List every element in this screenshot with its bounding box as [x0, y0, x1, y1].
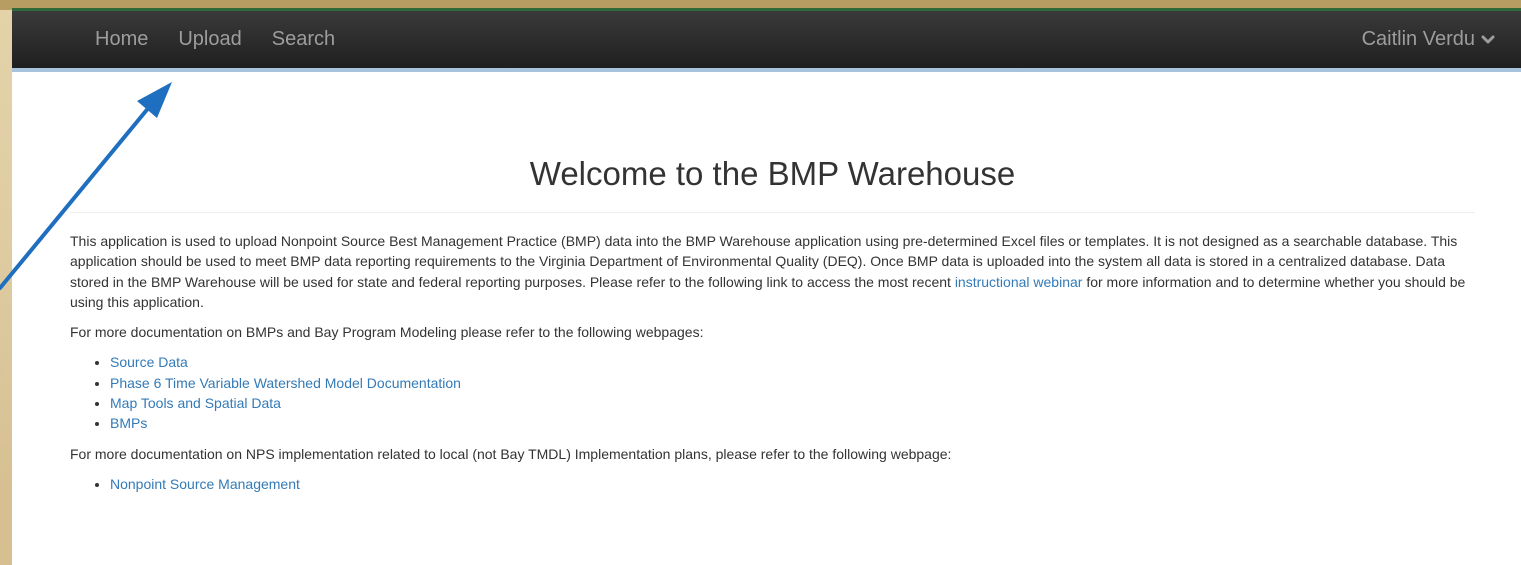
- user-name: Caitlin Verdu: [1361, 28, 1475, 50]
- list-item: Map Tools and Spatial Data: [110, 393, 1475, 413]
- chevron-down-icon: [1481, 35, 1495, 43]
- bay-docs-list: Source Data Phase 6 Time Variable Waters…: [70, 352, 1475, 433]
- page-title: Welcome to the BMP Warehouse: [529, 155, 1016, 192]
- nav-home[interactable]: Home: [80, 28, 163, 51]
- nav-search[interactable]: Search: [257, 28, 350, 51]
- bmps-link[interactable]: BMPs: [110, 415, 147, 431]
- nav-links: Home Upload Search: [80, 11, 350, 68]
- top-navbar: Home Upload Search Caitlin Verdu: [12, 8, 1521, 72]
- phase6-model-link[interactable]: Phase 6 Time Variable Watershed Model Do…: [110, 375, 461, 391]
- nps-docs-list: Nonpoint Source Management: [70, 474, 1475, 494]
- main-content: Welcome to the BMP Warehouse This applic…: [12, 72, 1521, 494]
- nps-docs-paragraph: For more documentation on NPS implementa…: [70, 445, 952, 462]
- list-item: Source Data: [110, 352, 1475, 372]
- title-divider: [70, 212, 1475, 213]
- user-menu[interactable]: Caitlin Verdu: [1362, 11, 1495, 68]
- list-item: BMPs: [110, 413, 1475, 433]
- nonpoint-source-management-link[interactable]: Nonpoint Source Management: [110, 476, 300, 492]
- browser-window: Home Upload Search Caitlin Verdu Welcome…: [12, 8, 1521, 565]
- nav-upload[interactable]: Upload: [163, 28, 256, 51]
- bay-docs-paragraph: For more documentation on BMPs and Bay P…: [70, 324, 704, 341]
- source-data-link[interactable]: Source Data: [110, 354, 188, 370]
- intro-paragraph: This application is used to upload Nonpo…: [70, 231, 1475, 312]
- map-tools-link[interactable]: Map Tools and Spatial Data: [110, 395, 281, 411]
- list-item: Phase 6 Time Variable Watershed Model Do…: [110, 373, 1475, 393]
- instructional-webinar-link[interactable]: instructional webinar: [955, 274, 1083, 290]
- list-item: Nonpoint Source Management: [110, 474, 1475, 494]
